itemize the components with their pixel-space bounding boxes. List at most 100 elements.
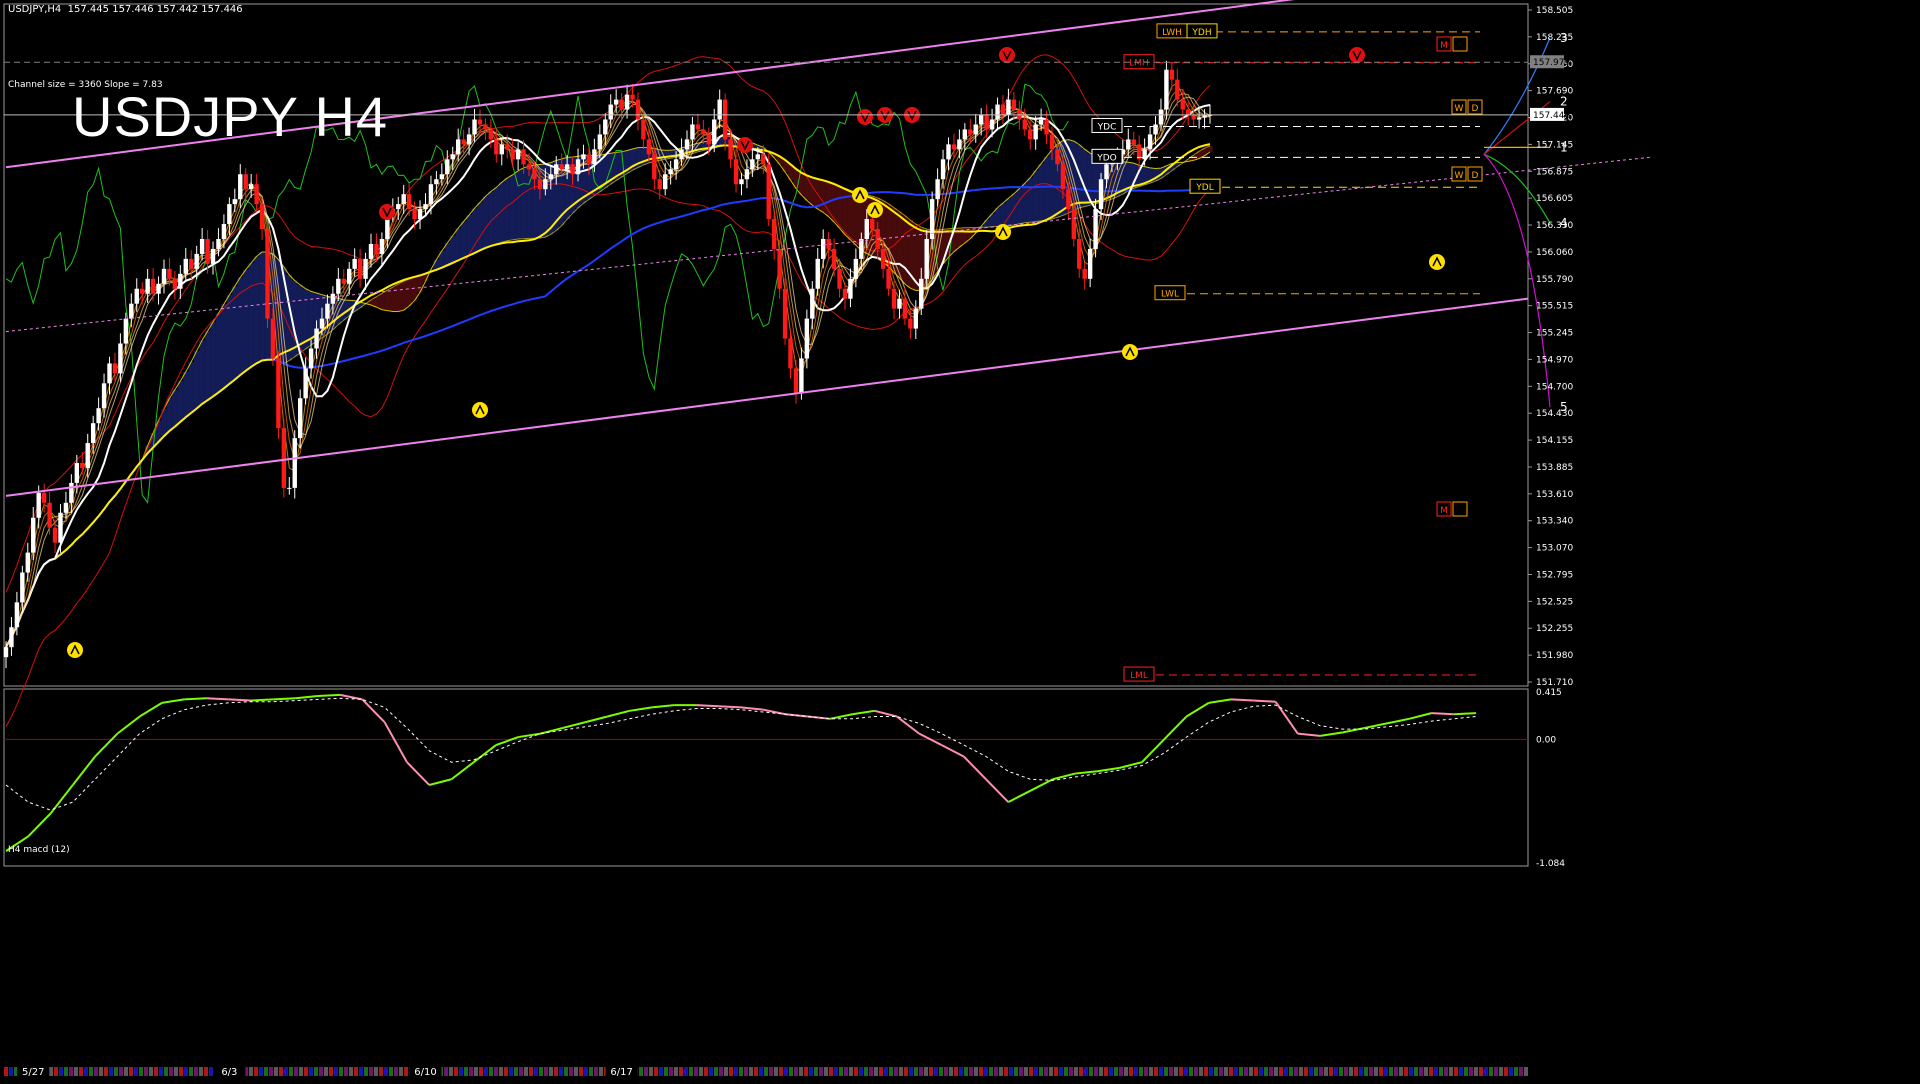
candle-body <box>1077 238 1082 269</box>
candle-body <box>178 273 183 289</box>
candle-body <box>695 124 701 130</box>
session-strip-cell <box>1029 1067 1033 1076</box>
session-strip-cell <box>519 1067 523 1076</box>
session-strip-cell <box>1164 1067 1168 1076</box>
candle-body <box>564 164 570 170</box>
session-strip-cell <box>794 1067 798 1076</box>
session-strip-cell <box>594 1067 598 1076</box>
session-strip-cell <box>1079 1067 1083 1076</box>
session-strip-cell <box>1149 1067 1153 1076</box>
session-strip-cell <box>394 1067 398 1076</box>
date-label: 6/10 <box>414 1067 436 1078</box>
macd-line-segment <box>273 697 296 701</box>
session-strip-cell <box>919 1067 923 1076</box>
candle-body <box>842 288 848 299</box>
candle-body <box>461 139 466 145</box>
candle-body <box>259 204 265 230</box>
ohlc-header: USDJPY,H4 157.445 157.446 157.442 157.44… <box>8 4 243 15</box>
session-strip-cell <box>1219 1067 1223 1076</box>
candle-body <box>608 104 613 120</box>
macd-line-segment <box>1119 761 1143 769</box>
session-strip-cell <box>249 1067 253 1076</box>
candle-body <box>287 487 292 489</box>
candle-body <box>41 492 47 503</box>
session-strip-cell <box>134 1067 138 1076</box>
session-strip-cell <box>1014 1067 1018 1076</box>
price-chart-svg[interactable]: LWH YDHLMHYDCYDOYDLLWLLML32145MMW DW D158.5… <box>0 0 1920 1080</box>
cloud-segment <box>253 256 260 364</box>
session-strip-cell <box>1199 1067 1203 1076</box>
candle-body <box>47 502 52 528</box>
macd-line-segment <box>829 713 853 720</box>
session-strip-cell <box>849 1067 853 1076</box>
candle-body <box>1006 99 1011 115</box>
candle-body <box>9 627 14 648</box>
macd-line-segment <box>1163 715 1188 741</box>
cloud-segment <box>983 219 990 228</box>
macd-pane-frame <box>3 688 1529 867</box>
candle-body <box>575 159 581 175</box>
cloud-segment <box>242 269 249 371</box>
session-strip-cell <box>799 1067 803 1076</box>
session-strip-cell <box>64 1067 68 1076</box>
candle-body <box>810 288 815 319</box>
macd-line-segment <box>1274 701 1299 735</box>
candle-body <box>848 278 853 299</box>
session-strip-cell <box>264 1067 268 1076</box>
session-strip-cell <box>1524 1067 1528 1076</box>
cloud-segment <box>1005 198 1012 226</box>
candle-body <box>1104 164 1109 180</box>
session-strip-cell <box>884 1067 888 1076</box>
session-strip-cell <box>804 1067 808 1076</box>
candle-body <box>357 258 363 279</box>
candle-body <box>995 104 1000 120</box>
session-strip-cell <box>284 1067 288 1076</box>
candle-body <box>96 408 101 424</box>
session-strip-cell <box>809 1067 813 1076</box>
macd-line-segment <box>963 755 987 780</box>
date-label: 5/27 <box>22 1067 44 1078</box>
price-tick-label: 155.245 <box>1536 329 1573 339</box>
cloud-segment <box>193 350 200 409</box>
session-strip-cell <box>709 1067 713 1076</box>
period-marker-label: M <box>1440 41 1448 51</box>
candle-body <box>494 139 499 155</box>
price-tick-label: 153.610 <box>1536 490 1573 500</box>
price-tick-label: 154.970 <box>1536 355 1573 365</box>
candle-body <box>3 647 9 658</box>
macd-line-segment <box>518 732 541 739</box>
session-strip-cell <box>1094 1067 1098 1076</box>
candle-body <box>1180 99 1185 110</box>
candle-body <box>1044 119 1049 135</box>
session-strip-cell <box>254 1067 258 1076</box>
session-strip-cell <box>1034 1067 1038 1076</box>
session-strip-cell <box>1354 1067 1358 1076</box>
cloud-segment <box>504 178 510 241</box>
session-strip-cell <box>654 1067 658 1076</box>
session-strip-cell <box>74 1067 78 1076</box>
candle-body <box>232 199 238 205</box>
session-strip-cell <box>834 1067 838 1076</box>
macd-line-segment <box>740 706 764 711</box>
session-strip-cell <box>179 1067 183 1076</box>
session-strip-cell <box>114 1067 118 1076</box>
session-strip-cell <box>124 1067 128 1076</box>
candle-body <box>1066 189 1071 210</box>
cloud-segment <box>455 228 461 261</box>
session-strip-cell <box>144 1067 148 1076</box>
candle-body <box>761 154 766 165</box>
chart-window[interactable]: LWH YDH LMH YDC YDO YDL LWL LML 3 2 1 4 5 M M W D W D 158.5… <box>0 0 1920 1080</box>
candle-body <box>652 154 657 180</box>
candle-body <box>145 278 150 294</box>
session-strip-cell <box>499 1067 503 1076</box>
cloud-segment <box>188 361 194 413</box>
session-strip-cell <box>584 1067 588 1076</box>
macd-line-segment <box>72 755 96 786</box>
session-strip-cell <box>1504 1067 1508 1076</box>
period-marker-box <box>1452 501 1468 517</box>
session-strip-cell <box>1249 1067 1253 1076</box>
session-strip-cell <box>679 1067 683 1076</box>
session-strip-cell <box>914 1067 918 1076</box>
cloud-segment <box>417 275 423 293</box>
candle-body <box>880 248 886 269</box>
